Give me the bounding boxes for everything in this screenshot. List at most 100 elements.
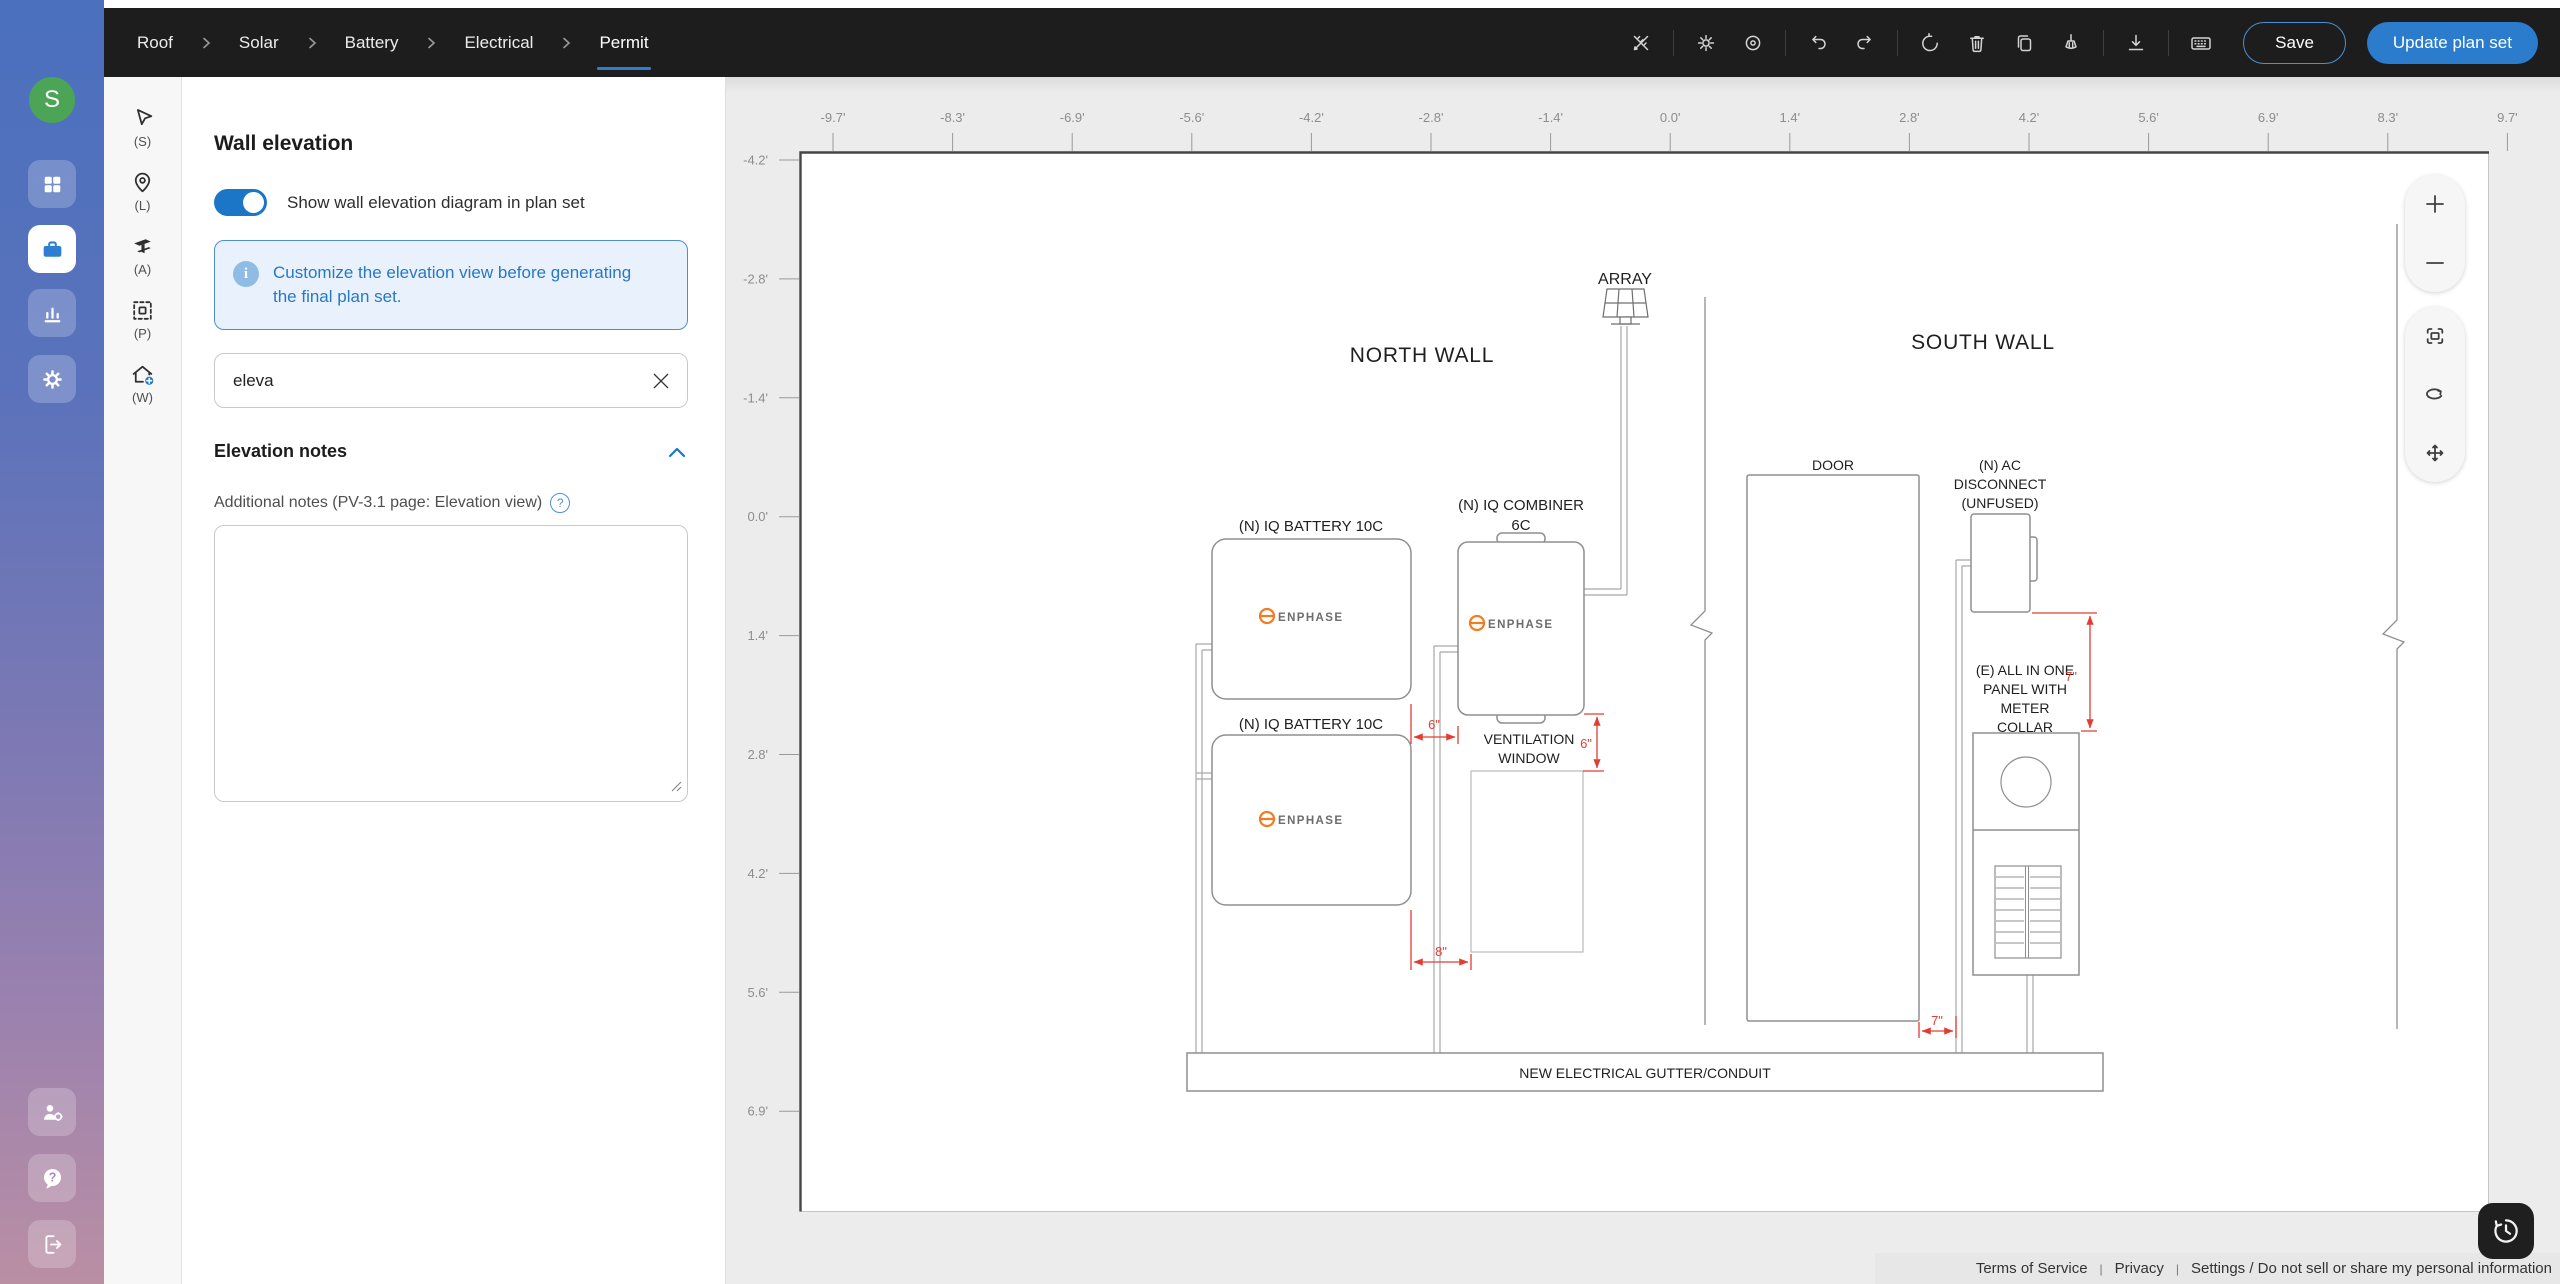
tool-location[interactable]: (L): [129, 169, 156, 213]
ruler-tick-label: -9.7': [821, 110, 846, 125]
toolbar-divider: [1785, 29, 1787, 56]
svg-text:?: ?: [48, 1170, 56, 1184]
fit-view-icon: [2426, 328, 2444, 345]
help-icon: ?: [43, 1168, 61, 1189]
clear-search-button[interactable]: [647, 367, 675, 395]
zoom-controls: [2405, 175, 2465, 292]
sidebar-item-account-settings[interactable]: [28, 1088, 76, 1136]
wall-elevation-drawing[interactable]: -9.7' -8.3' -6.9' -5.6' -4.2' -2.8' -1.4' 0.0' 1…: [726, 77, 2560, 1284]
svg-text:6": 6": [1428, 717, 1440, 732]
ruler-tick-label: 4.2': [2019, 110, 2040, 125]
duplicate-button[interactable]: [2009, 28, 2039, 58]
navbar-toolbar: Save Update plan set: [1626, 21, 2544, 64]
undo-button[interactable]: [1803, 28, 1833, 58]
tool-select[interactable]: (S): [129, 105, 156, 149]
privacy-link[interactable]: Privacy: [2115, 1260, 2164, 1277]
ac-disconnect-label: (N) AC: [1979, 457, 2021, 473]
tool-panel-region[interactable]: (P): [129, 297, 156, 341]
svg-text:6C: 6C: [1511, 517, 1530, 534]
tool-attachment[interactable]: (A): [129, 233, 156, 277]
ruler-tick-label: 6.9': [2258, 110, 2279, 125]
pan-view-icon: [2426, 444, 2444, 462]
sidebar-item-logout[interactable]: [28, 1220, 76, 1268]
settings-gear-button[interactable]: [1691, 28, 1721, 58]
sidebar-item-analytics[interactable]: [28, 289, 76, 337]
additional-notes-textarea[interactable]: [214, 525, 688, 802]
breadcrumb-electrical[interactable]: Electrical: [464, 33, 533, 53]
page-title: Wall elevation: [214, 132, 354, 155]
door-label: DOOR: [1812, 457, 1854, 473]
ruler-tick-label: -2.8': [1419, 110, 1444, 125]
duplicate-icon: [2017, 34, 2032, 51]
ruler-tick-label: 6.9': [747, 1104, 768, 1119]
breadcrumb-roof[interactable]: Roof: [137, 33, 173, 53]
wall-elevation-panel: Wall elevation Show wall elevation diagr…: [182, 77, 726, 1284]
svg-text:WINDOW: WINDOW: [1498, 750, 1560, 766]
panel-region-icon: [133, 301, 152, 320]
ruler-tick-label: 2.8': [747, 747, 768, 762]
search-input[interactable]: [214, 353, 688, 408]
ruler-tick-label: 1.4': [1780, 110, 1801, 125]
keyboard-shortcuts-button[interactable]: [2186, 28, 2216, 58]
combiner-label: (N) IQ COMBINER: [1458, 497, 1584, 514]
ventilation-label: VENTILATION: [1484, 731, 1575, 747]
elevation-notes-header[interactable]: Elevation notes: [214, 441, 688, 462]
notes-area-wrap: [214, 525, 688, 807]
battery2-label: (N) IQ BATTERY 10C: [1239, 716, 1383, 733]
rotate-view-button[interactable]: [2413, 372, 2457, 416]
zoom-in-button[interactable]: [2413, 182, 2457, 226]
chevron-right-icon: [560, 36, 572, 50]
privacy-settings-link[interactable]: Settings / Do not sell or share my perso…: [2191, 1260, 2552, 1277]
version-history-button[interactable]: [2478, 1203, 2534, 1259]
help-circle-icon[interactable]: ?: [550, 493, 571, 513]
zoom-out-button[interactable]: [2413, 241, 2457, 285]
keyboard-shortcuts-icon: [2191, 36, 2211, 50]
gutter-label: NEW ELECTRICAL GUTTER/CONDUIT: [1519, 1065, 1771, 1081]
steel-beam-icon: [134, 239, 151, 254]
ruler-tick-label: -5.6': [1179, 110, 1204, 125]
update-plan-set-button[interactable]: Update plan set: [2366, 21, 2538, 64]
reset-rotate-button[interactable]: [1915, 28, 1945, 58]
show-diagram-toggle[interactable]: [214, 189, 267, 216]
sidebar-item-dashboard[interactable]: [28, 160, 76, 208]
location-pin-icon: [134, 172, 151, 193]
trash-button[interactable]: [1962, 28, 1992, 58]
broom-clean-button[interactable]: [2056, 28, 2086, 58]
pan-view-button[interactable]: [2413, 431, 2457, 475]
breadcrumb-permit[interactable]: Permit: [597, 33, 651, 70]
tool-label: (P): [133, 326, 152, 341]
fit-view-button[interactable]: [2413, 314, 2457, 358]
svg-text:COLLAR: COLLAR: [1997, 719, 2053, 735]
battery1-label: (N) IQ BATTERY 10C: [1239, 518, 1383, 535]
info-icon: i: [233, 261, 259, 287]
svg-text:ENPHASE: ENPHASE: [1278, 815, 1343, 827]
ruler-tick-label: -4.2': [1299, 110, 1324, 125]
sidebar-item-help[interactable]: ?: [28, 1154, 76, 1202]
breadcrumb-battery[interactable]: Battery: [345, 33, 399, 53]
toolbar-divider: [1897, 29, 1899, 56]
search-field-wrap: [214, 353, 688, 408]
tool-add-wall[interactable]: (W): [129, 361, 156, 405]
visibility-target-button[interactable]: [1738, 28, 1768, 58]
trash-icon: [1970, 35, 1985, 52]
sidebar-item-settings[interactable]: [28, 355, 76, 403]
breadcrumb-solar[interactable]: Solar: [239, 33, 279, 53]
download-button[interactable]: [2121, 28, 2151, 58]
ruler-tick-label: 0.0': [1660, 110, 1681, 125]
design-tools-button[interactable]: [1626, 28, 1656, 58]
design-tools-icon: [1633, 35, 1649, 50]
tool-label: (L): [134, 198, 151, 213]
analytics-chart-icon: [44, 307, 60, 322]
add-wall-icon: [132, 365, 155, 387]
svg-text:(UNFUSED): (UNFUSED): [1962, 495, 2039, 511]
ventilation-window-rect: [1470, 770, 1584, 953]
save-button[interactable]: Save: [2243, 21, 2346, 64]
minus-icon: [2426, 261, 2444, 264]
sidebar-item-projects[interactable]: [28, 225, 76, 273]
redo-button[interactable]: [1850, 28, 1880, 58]
toolbar-divider: [1673, 29, 1675, 56]
show-diagram-row: Show wall elevation diagram in plan set: [214, 189, 688, 216]
terms-link[interactable]: Terms of Service: [1976, 1260, 2088, 1277]
avatar[interactable]: S: [29, 77, 75, 123]
additional-notes-row: Additional notes (PV-3.1 page: Elevation…: [214, 493, 688, 513]
